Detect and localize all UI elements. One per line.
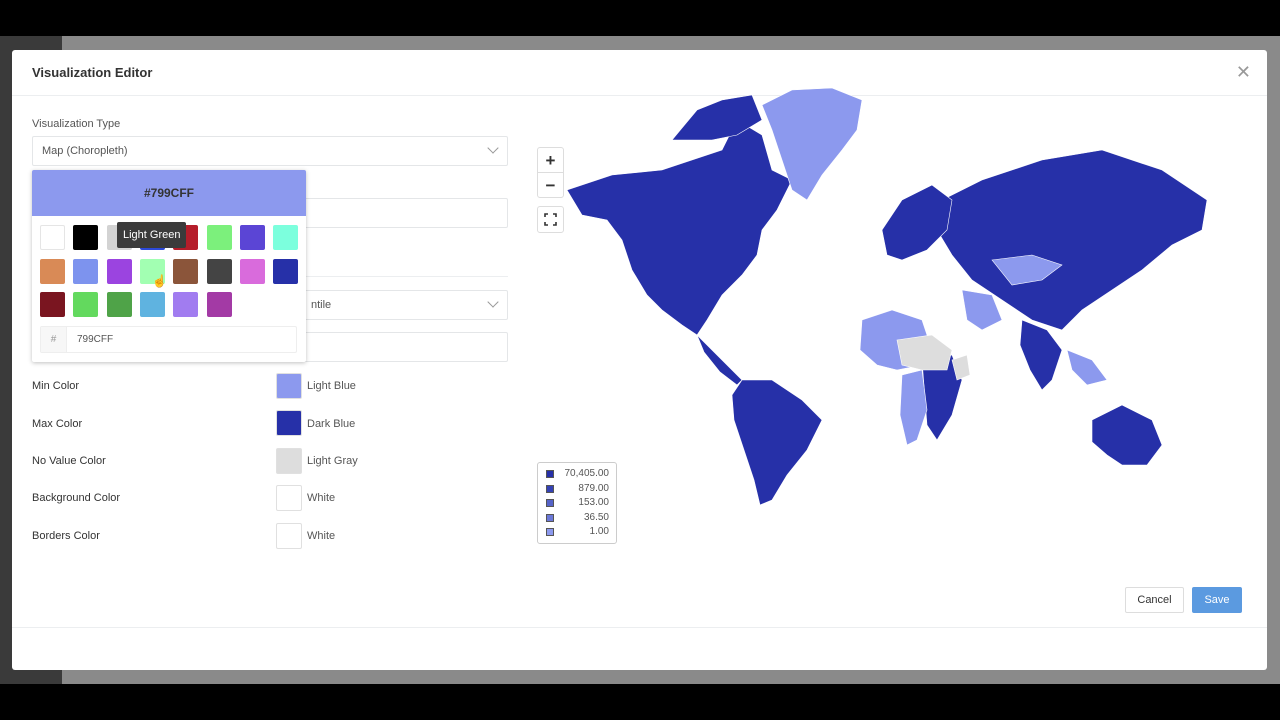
color-chip[interactable] xyxy=(239,258,265,284)
hex-input-field[interactable]: # 799CFF xyxy=(40,326,297,353)
zoom-in-button[interactable]: + xyxy=(538,148,563,173)
choropleth-map[interactable] xyxy=(522,80,1222,510)
color-picker-preview: #799CFF xyxy=(32,170,306,216)
map-region-south-asia xyxy=(1019,319,1063,391)
map-region-no-value-sahara xyxy=(896,334,953,371)
save-button[interactable]: Save xyxy=(1192,587,1242,613)
background-color-swatch[interactable] xyxy=(276,485,302,511)
color-chip[interactable] xyxy=(206,258,232,284)
background-color-name: White xyxy=(307,492,336,504)
legend-color-chip xyxy=(546,470,554,478)
map-region-north-america xyxy=(566,119,793,336)
modal-title: Visualization Editor xyxy=(32,65,153,80)
borders-color-swatch[interactable] xyxy=(276,523,302,549)
color-picker-hex-display: #799CFF xyxy=(143,186,195,200)
map-region-central-america xyxy=(696,334,743,386)
color-chip[interactable] xyxy=(206,292,232,317)
visualization-type-select[interactable]: Map (Choropleth) xyxy=(32,136,508,166)
map-region-africa-south xyxy=(899,369,928,446)
zoom-out-button[interactable]: − xyxy=(538,173,563,198)
color-chip[interactable] xyxy=(106,258,132,284)
color-chip[interactable] xyxy=(106,292,132,317)
legend-item: 70,405.00 xyxy=(545,467,609,482)
color-chip[interactable] xyxy=(40,225,65,250)
legend-item: 36.50 xyxy=(545,511,609,526)
clustering-mode-value: ntile xyxy=(311,299,332,311)
no-value-color-label: No Value Color xyxy=(32,455,106,467)
visualization-type-label: Visualization Type xyxy=(32,118,121,130)
legend-value: 36.50 xyxy=(583,511,609,523)
no-value-color-name: Light Gray xyxy=(307,455,358,467)
color-chip[interactable] xyxy=(173,292,199,317)
legend-value: 153.00 xyxy=(578,497,609,508)
min-color-name: Light Blue xyxy=(307,380,356,392)
borders-color-label: Borders Color xyxy=(32,530,100,542)
color-chip[interactable] xyxy=(73,292,99,317)
map-legend: 70,405.00 879.00 153.00 36.50 1.00 xyxy=(537,462,617,544)
map-region-australia xyxy=(1091,404,1163,466)
fullscreen-button[interactable] xyxy=(537,206,564,233)
close-icon[interactable]: ✕ xyxy=(1236,63,1251,81)
zoom-control: + − xyxy=(537,147,564,198)
color-chip[interactable] xyxy=(206,225,232,250)
color-chip[interactable] xyxy=(173,258,199,284)
color-chip[interactable] xyxy=(40,258,65,284)
chevron-down-icon xyxy=(487,296,499,308)
hash-label: # xyxy=(41,327,67,352)
color-chip[interactable] xyxy=(273,225,299,250)
visualization-type-value: Map (Choropleth) xyxy=(42,145,128,157)
min-color-label: Min Color xyxy=(32,380,80,392)
color-chip[interactable] xyxy=(273,258,299,284)
legend-value: 70,405.00 xyxy=(564,468,610,479)
legend-item: 153.00 xyxy=(545,496,609,511)
map-region-south-america xyxy=(731,379,823,506)
color-chip[interactable] xyxy=(73,258,99,284)
no-value-color-swatch[interactable] xyxy=(276,448,302,474)
color-tooltip: Light Green xyxy=(117,222,187,248)
max-color-name: Dark Blue xyxy=(307,418,356,430)
hex-input-value: 799CFF xyxy=(77,334,114,345)
cancel-button[interactable]: Cancel xyxy=(1125,587,1184,613)
legend-color-chip xyxy=(546,528,554,536)
max-color-label: Max Color xyxy=(32,418,83,430)
legend-color-chip xyxy=(546,513,554,522)
color-chip[interactable] xyxy=(139,292,165,317)
modal-footer-divider xyxy=(12,627,1267,628)
color-chip[interactable] xyxy=(40,292,65,317)
legend-item: 1.00 xyxy=(545,525,609,540)
legend-color-chip xyxy=(546,499,554,507)
legend-color-chip xyxy=(546,484,554,493)
color-chip[interactable] xyxy=(239,225,265,250)
background-color-label: Background Color xyxy=(32,492,121,504)
color-picker-popover: #799CFF # 799CFF xyxy=(32,170,306,362)
min-color-swatch[interactable] xyxy=(276,373,302,399)
legend-value: 879.00 xyxy=(578,482,609,494)
map-region-europe-north xyxy=(881,184,953,261)
map-region-southeast-asia xyxy=(1066,349,1108,386)
pointer-cursor-icon: ☝ xyxy=(152,274,167,288)
fullscreen-icon xyxy=(544,213,557,226)
color-chip[interactable] xyxy=(73,225,99,250)
chevron-down-icon xyxy=(487,142,499,154)
legend-value: 1.00 xyxy=(589,526,609,537)
max-color-swatch[interactable] xyxy=(276,410,302,436)
borders-color-name: White xyxy=(307,530,336,542)
legend-item: 879.00 xyxy=(545,482,609,497)
